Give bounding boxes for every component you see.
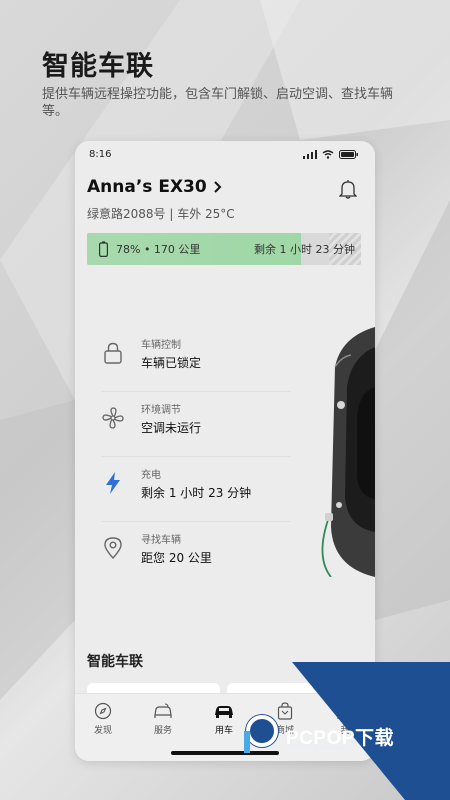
promo-headline: 智能车联 xyxy=(42,51,154,82)
tab-discover[interactable]: 发现 xyxy=(83,702,123,736)
lock-icon xyxy=(104,342,122,364)
vehicle-controls: 车辆控制 车辆已锁定 环境调节 空调未运行 充电 剩余 1 小时 23 分钟 寻… xyxy=(101,327,291,587)
location-pin-icon xyxy=(104,537,122,560)
car-image xyxy=(321,327,375,577)
control-label: 寻找车辆 xyxy=(141,535,181,546)
control-label: 环境调节 xyxy=(141,405,181,416)
vehicle-name-button[interactable]: Anna’s EX30 xyxy=(87,177,223,197)
battery-level-label: 78% • 170 公里 xyxy=(116,243,201,256)
service-car-icon xyxy=(154,703,172,718)
control-value: 剩余 1 小时 23 分钟 xyxy=(141,486,252,500)
control-value: 空调未运行 xyxy=(141,421,202,435)
profile-icon xyxy=(337,703,353,720)
control-row-locate[interactable]: 寻找车辆 距您 20 公里 xyxy=(101,522,291,587)
tab-label: 服务 xyxy=(153,726,172,736)
lightning-icon xyxy=(106,472,120,494)
tab-service[interactable]: 服务 xyxy=(143,702,183,736)
bell-icon[interactable] xyxy=(339,179,357,199)
watermark-subtext: PCPOP Download xyxy=(288,744,346,751)
signal-icon xyxy=(303,150,317,159)
control-label: 充电 xyxy=(141,470,161,481)
battery-info: 78% • 170 公里 xyxy=(99,241,200,257)
tab-use-car[interactable]: 用车 xyxy=(204,702,244,736)
control-row-lock[interactable]: 车辆控制 车辆已锁定 xyxy=(101,327,291,392)
tab-label: 用车 xyxy=(214,726,233,736)
control-value: 距您 20 公里 xyxy=(141,551,212,565)
compass-icon xyxy=(94,702,112,720)
control-row-charging[interactable]: 充电 剩余 1 小时 23 分钟 xyxy=(101,457,291,522)
status-time: 8:16 xyxy=(89,149,112,160)
tab-label: 发现 xyxy=(93,726,112,736)
wifi-icon xyxy=(322,150,334,159)
car-icon xyxy=(215,706,233,718)
chevron-right-icon xyxy=(214,181,222,193)
status-icons xyxy=(303,150,359,159)
control-row-climate[interactable]: 环境调节 空调未运行 xyxy=(101,392,291,457)
home-indicator xyxy=(171,751,279,755)
battery-status-icon xyxy=(339,150,358,159)
control-label: 车辆控制 xyxy=(141,340,181,351)
battery-status-bar[interactable]: 78% • 170 公里 剩余 1 小时 23 分钟 xyxy=(87,233,361,265)
shopping-bag-icon xyxy=(277,702,293,720)
vehicle-name: Anna’s EX30 xyxy=(87,177,207,197)
vehicle-location: 绿意路2088号 | 车外 25°C xyxy=(87,207,235,221)
promo-subline: 提供车辆远程操控功能，包含车门解锁、启动空调、查找车辆等。 xyxy=(42,87,394,119)
fan-icon xyxy=(102,407,124,429)
control-value: 车辆已锁定 xyxy=(141,356,202,370)
phone-screen: 8:16 Anna’s EX30 绿意路2088号 | 车外 25°C 78% … xyxy=(75,141,375,761)
section-title: 智能车联 xyxy=(87,654,143,670)
charging-remaining: 剩余 1 小时 23 分钟 xyxy=(254,243,355,256)
battery-icon xyxy=(99,241,108,257)
status-bar: 8:16 xyxy=(75,141,375,171)
